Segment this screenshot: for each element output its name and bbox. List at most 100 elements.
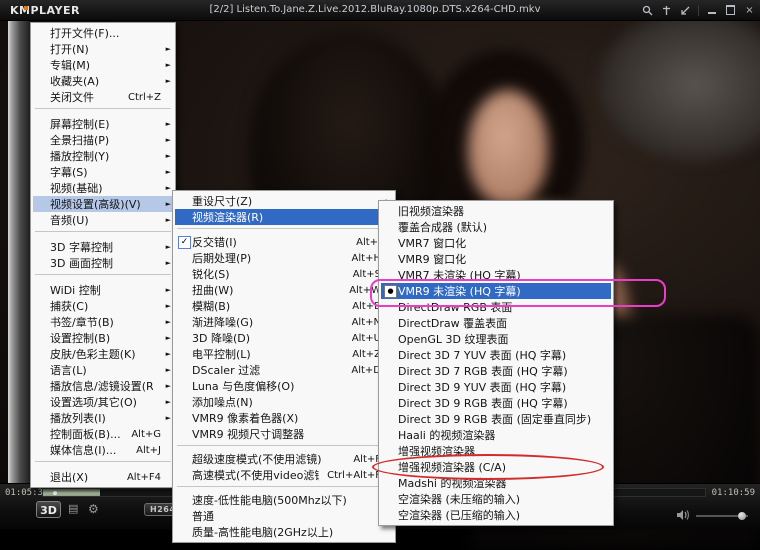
close-icon[interactable]: × bbox=[743, 4, 756, 17]
menu-item-label: 电平控制(L) bbox=[192, 348, 251, 361]
menu-item-label: VMR7 窗口化 bbox=[398, 237, 467, 250]
menu-item[interactable]: 书签/章节(B) bbox=[33, 314, 173, 330]
menu-item[interactable]: 视频设置(高级)(V) bbox=[33, 196, 173, 212]
menu-item-label: Haali 的视频渲染器 bbox=[398, 429, 496, 442]
menu-item[interactable]: 音频(U) bbox=[33, 212, 173, 228]
submenu-arrow-icon bbox=[161, 168, 171, 176]
menu-item[interactable]: 添加噪点(N) bbox=[175, 394, 393, 410]
menu-item[interactable]: 旧视频渲染器 bbox=[381, 203, 611, 219]
menu-item[interactable]: 电平控制(L) Alt+Z bbox=[175, 346, 393, 362]
menu-item-label: 普通 bbox=[192, 510, 214, 523]
menu-item[interactable]: 媒体信息(I)... Alt+J bbox=[33, 442, 173, 458]
menu-item[interactable]: 播放信息/滤镜设置(R) bbox=[33, 378, 173, 394]
menu-item[interactable]: 打开(N) bbox=[33, 41, 173, 57]
submenu-arrow-icon bbox=[161, 366, 171, 374]
menu-item[interactable]: 屏幕控制(E) bbox=[33, 116, 173, 132]
settings-gear-icon[interactable]: ⚙ bbox=[88, 502, 99, 516]
menu-item[interactable]: 普通 bbox=[175, 508, 393, 524]
menu-item[interactable]: 语言(L) bbox=[33, 362, 173, 378]
menu-item[interactable]: DirectDraw 覆盖表面 bbox=[381, 315, 611, 331]
menu-item[interactable]: VMR9 视频尺寸调整器 bbox=[175, 426, 393, 442]
menu-item[interactable]: Madshi 的视频渲染器 bbox=[381, 475, 611, 491]
volume-slider[interactable] bbox=[696, 511, 748, 520]
menu-item[interactable]: 模糊(B) Alt+B bbox=[175, 298, 393, 314]
menu-item[interactable]: 增强视频渲染器 bbox=[381, 443, 611, 459]
menu-item[interactable]: 速度-低性能电脑(500Mhz以下) bbox=[175, 492, 393, 508]
menu-item[interactable]: 全景扫描(P) bbox=[33, 132, 173, 148]
menu-item[interactable] bbox=[33, 231, 173, 239]
menu-item[interactable]: 反交错(I) Alt+I bbox=[175, 234, 393, 250]
menu-item[interactable]: 控制面板(B)... Alt+G bbox=[33, 426, 173, 442]
search-icon[interactable] bbox=[641, 4, 654, 17]
menu-item[interactable]: Direct 3D 9 YUV 表面 (HQ 字幕) bbox=[381, 379, 611, 395]
menu-item[interactable]: DirectDraw RGB 表面 bbox=[381, 299, 611, 315]
3d-mode-button[interactable]: 3D bbox=[36, 501, 61, 518]
menu-item[interactable]: VMR9 未渲染 (HQ 字幕) bbox=[381, 283, 611, 299]
minimize-icon[interactable] bbox=[705, 4, 718, 17]
menu-item[interactable] bbox=[33, 461, 173, 469]
menu-item[interactable]: 皮肤/色彩主题(K) bbox=[33, 346, 173, 362]
seek-bar-thumb[interactable] bbox=[53, 491, 57, 495]
menu-item[interactable]: 后期处理(P) Alt+H bbox=[175, 250, 393, 266]
menu-item[interactable]: 设置选项/其它(O) bbox=[33, 394, 173, 410]
menu-item[interactable]: Direct 3D 7 RGB 表面 (HQ 字幕) bbox=[381, 363, 611, 379]
submenu-arrow-icon bbox=[161, 302, 171, 310]
maximize-icon[interactable] bbox=[724, 4, 737, 17]
menu-item[interactable]: VMR7 窗口化 bbox=[381, 235, 611, 251]
menu-item[interactable]: 视频(基础) bbox=[33, 180, 173, 196]
menu-item-label: 设置控制(B) bbox=[50, 332, 111, 345]
submenu-arrow-icon bbox=[161, 414, 171, 422]
menu-item[interactable]: 打开文件(F)... bbox=[33, 25, 173, 41]
menu-item[interactable]: 退出(X) Alt+F4 bbox=[33, 469, 173, 485]
menu-item[interactable]: 渐进降噪(G) Alt+N bbox=[175, 314, 393, 330]
menu-item[interactable]: 空渲染器 (未压缩的输入) bbox=[381, 491, 611, 507]
main-control-edge bbox=[8, 21, 31, 483]
resize-icon[interactable] bbox=[679, 4, 692, 17]
menu-item[interactable]: Haali 的视频渲染器 bbox=[381, 427, 611, 443]
menu-item[interactable]: 3D 降噪(D) Alt+U bbox=[175, 330, 393, 346]
menu-item[interactable]: 收藏夹(A) bbox=[33, 73, 173, 89]
menu-item[interactable]: Direct 3D 9 RGB 表面 (HQ 字幕) bbox=[381, 395, 611, 411]
menu-item-label: 增强视频渲染器 bbox=[398, 445, 475, 458]
menu-item[interactable]: 捕获(C) bbox=[33, 298, 173, 314]
menu-item[interactable]: 播放控制(Y) bbox=[33, 148, 173, 164]
menu-item[interactable]: 字幕(S) bbox=[33, 164, 173, 180]
menu-item[interactable]: 锐化(S) Alt+S bbox=[175, 266, 393, 282]
menu-item-shortcut: Alt+F bbox=[353, 453, 381, 465]
menu-item[interactable]: 视频渲染器(R) bbox=[175, 209, 393, 225]
menu-item-label: Direct 3D 9 RGB 表面 (HQ 字幕) bbox=[398, 397, 568, 410]
volume-knob[interactable] bbox=[738, 511, 746, 520]
menu-item[interactable]: 3D 字幕控制 bbox=[33, 239, 173, 255]
menu-item[interactable]: VMR9 窗口化 bbox=[381, 251, 611, 267]
menu-item[interactable]: 覆盖合成器 (默认) bbox=[381, 219, 611, 235]
menu-item[interactable]: Luna 与色度偏移(O) bbox=[175, 378, 393, 394]
menu-item[interactable]: 专辑(M) bbox=[33, 57, 173, 73]
menu-item[interactable]: Direct 3D 9 RGB 表面 (固定垂直同步) bbox=[381, 411, 611, 427]
menu-item[interactable]: 播放列表(I) bbox=[33, 410, 173, 426]
menu-item[interactable] bbox=[33, 274, 173, 282]
playlist-icon[interactable]: ▤ bbox=[68, 502, 78, 515]
menu-item[interactable]: 增强视频渲染器 (C/A) bbox=[381, 459, 611, 475]
menu-item[interactable]: 质量-高性能电脑(2GHz以上) bbox=[175, 524, 393, 540]
title-bar[interactable]: KMPLAYER [2/2] Listen.To.Jane.Z.Live.201… bbox=[0, 0, 760, 21]
menu-item[interactable]: VMR7 未渲染 (HQ 字幕) bbox=[381, 267, 611, 283]
menu-item[interactable]: 关闭文件 Ctrl+Z bbox=[33, 89, 173, 105]
menu-item[interactable]: DScaler 过滤 Alt+D bbox=[175, 362, 393, 378]
menu-item-label: 全景扫描(P) bbox=[50, 134, 110, 147]
menu-item[interactable]: VMR9 像素着色器(X) bbox=[175, 410, 393, 426]
menu-item[interactable]: 3D 画面控制 bbox=[33, 255, 173, 271]
menu-item[interactable]: OpenGL 3D 纹理表面 bbox=[381, 331, 611, 347]
menu-item[interactable]: 设置控制(B) bbox=[33, 330, 173, 346]
menu-item[interactable]: 空渲染器 (已压缩的输入) bbox=[381, 507, 611, 523]
menu-item-label: Direct 3D 9 YUV 表面 (HQ 字幕) bbox=[398, 381, 567, 394]
menu-item[interactable]: WiDi 控制 bbox=[33, 282, 173, 298]
speaker-icon[interactable] bbox=[676, 506, 690, 525]
menu-item[interactable]: 扭曲(W) Alt+W bbox=[175, 282, 393, 298]
menu-item[interactable]: 超级速度模式(不使用滤镜) Alt+F bbox=[175, 451, 393, 467]
menu-item[interactable]: Direct 3D 7 YUV 表面 (HQ 字幕) bbox=[381, 347, 611, 363]
menu-item[interactable] bbox=[33, 108, 173, 116]
pin-icon[interactable] bbox=[660, 4, 673, 17]
menu-item[interactable]: 高速模式(不使用video滤镜) Ctrl+Alt+F bbox=[175, 467, 393, 483]
menu-item[interactable]: 重设尺寸(Z) bbox=[175, 193, 393, 209]
menu-item-label: 重设尺寸(Z) bbox=[192, 195, 253, 208]
